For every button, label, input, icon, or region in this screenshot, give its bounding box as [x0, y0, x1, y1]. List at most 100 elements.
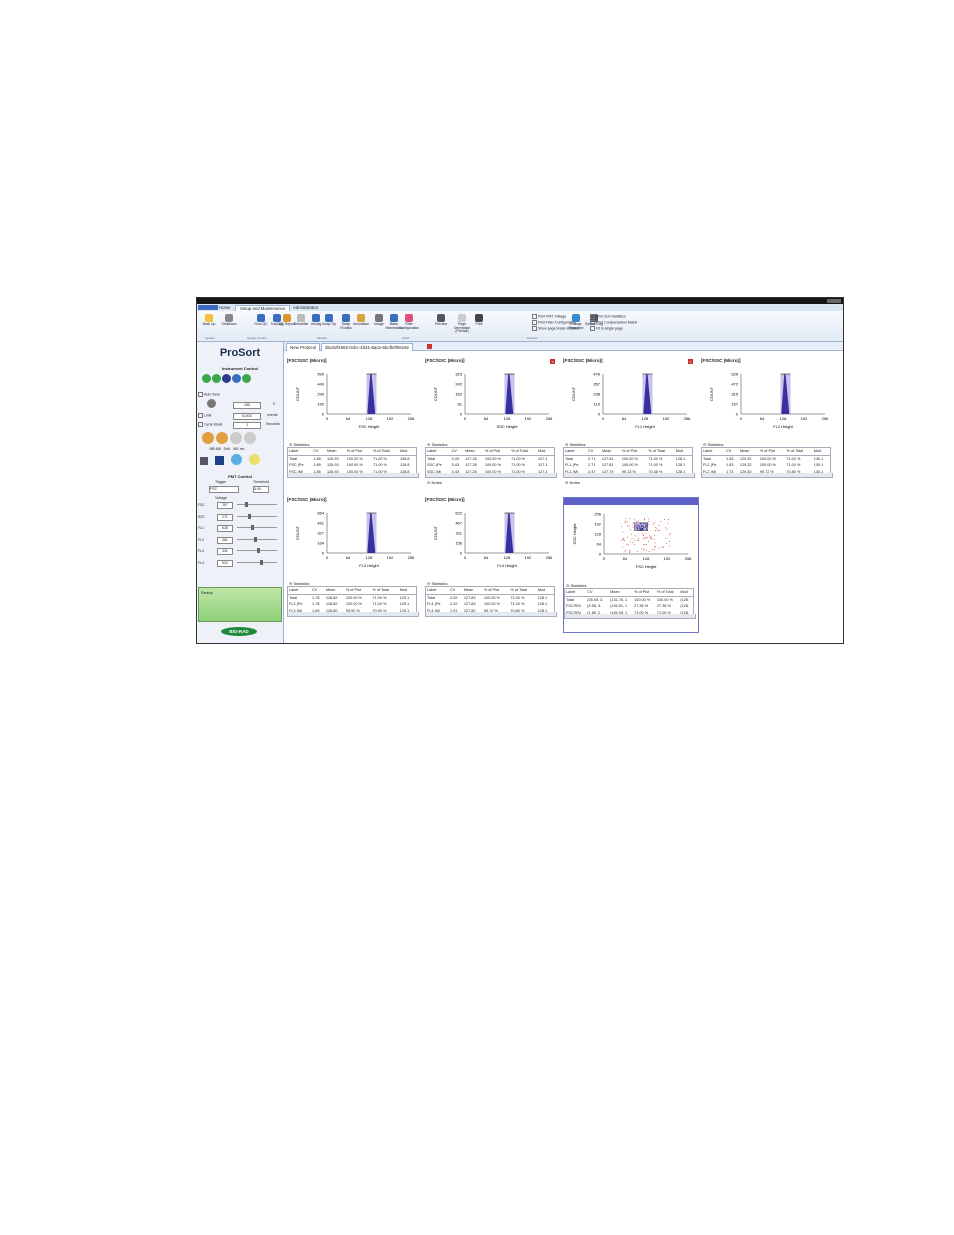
notes-header[interactable]: ⊖ Notes [427, 480, 442, 485]
column-header[interactable]: % of Total [510, 447, 538, 456]
sort-icon[interactable] [242, 374, 251, 383]
column-header[interactable]: Mean [609, 588, 634, 597]
table-row[interactable]: Total 3.43 127.26 100.00 % 71.00 % 127.1 [426, 455, 555, 462]
close-tab-icon[interactable] [427, 344, 432, 349]
temperature-icon[interactable] [244, 432, 256, 444]
column-header[interactable]: % of Total [647, 447, 675, 456]
column-header[interactable]: Label [287, 447, 313, 456]
column-header[interactable]: % of Plot [483, 447, 511, 456]
column-header[interactable]: Label [425, 586, 450, 595]
close-plot-icon[interactable]: × [688, 359, 693, 364]
ribbon-button[interactable]: Shutdown [219, 314, 239, 327]
voltage-slider[interactable] [237, 515, 277, 517]
voltage-input[interactable]: 481 [217, 536, 233, 544]
column-header[interactable]: % of Total [371, 447, 399, 456]
voltage-slider-thumb[interactable] [257, 548, 260, 553]
cycle-input[interactable]: 1 [233, 422, 261, 429]
voltage-slider-thumb[interactable] [260, 559, 263, 565]
column-header[interactable]: CV [312, 447, 326, 456]
table-scrollbar[interactable] [287, 473, 419, 478]
column-header[interactable]: % of Plot [482, 586, 510, 595]
plot-svg[interactable]: 323 242 162 81 00 64 128 192 256 SSC Height COUNT [425, 366, 559, 441]
laser-488-icon[interactable] [202, 432, 214, 444]
voltage-slider-thumb[interactable] [254, 536, 257, 542]
column-header[interactable]: Mean [325, 447, 346, 456]
column-header[interactable]: Mod [399, 447, 417, 456]
column-header[interactable]: Mod [537, 447, 555, 456]
nozzle-icon[interactable] [215, 456, 224, 465]
column-header[interactable]: Label [287, 586, 312, 595]
column-header[interactable]: % of Plot [758, 447, 786, 456]
auto-save-checkbox[interactable]: Auto Save [198, 392, 220, 397]
ribbon-checkbox[interactable]: Print Compensation Matrix [590, 320, 637, 325]
ribbon-button[interactable]: Annotation [351, 314, 371, 327]
voltage-input[interactable]: 431 [217, 548, 233, 555]
value-input[interactable]: 150 [233, 402, 261, 409]
column-header[interactable]: Mod [679, 588, 694, 597]
close-plot-icon[interactable]: × [550, 359, 555, 364]
column-header[interactable]: CV [449, 586, 463, 595]
column-header[interactable]: Mean [738, 447, 759, 456]
column-header[interactable]: % of Total [655, 588, 680, 597]
ribbon-checkbox[interactable]: Print Filter Configuration [532, 320, 576, 325]
plot-panel[interactable]: [FSC/SSC (Micro)] 622 467 311 156 0 0 64 128 192 2… [425, 497, 559, 621]
column-header[interactable]: % of Plot [344, 586, 372, 595]
column-header[interactable]: Label [564, 588, 587, 597]
play-icon[interactable] [202, 374, 211, 383]
plot-svg[interactable]: 590 449 299 150 00 64 128 192 256 FSC Height COUNT [287, 366, 421, 441]
plot-panel[interactable]: [FSC/SSC (Micro)] × 323 242 162 81 0 0 64 128 192 2… [425, 358, 559, 488]
table-row[interactable]: Total 1.83 129.32 100.00 % 71.00 % 130.1 [702, 455, 831, 462]
laser-561-icon[interactable] [230, 432, 242, 444]
voltage-input[interactable]: 628 [217, 525, 233, 532]
tab-new-protocol[interactable]: New Protocol [286, 343, 321, 351]
column-header[interactable]: % of Plot [345, 447, 372, 456]
voltage-slider-thumb[interactable] [245, 502, 248, 507]
step-icon[interactable] [212, 374, 221, 383]
column-header[interactable]: % of Total [371, 586, 399, 595]
voltage-input[interactable]: 297 [217, 502, 233, 509]
plot-svg[interactable]: 256 192 128 64 00 64 128 192 256 FSC Height SSC He… [564, 506, 698, 581]
table-row[interactable]: Total (35.53, 3. (131.76, 1 100.00 % 100.00 … [565, 596, 694, 603]
column-header[interactable]: Mean [600, 447, 621, 456]
column-header[interactable]: Label [701, 447, 726, 456]
column-header[interactable]: Mod [398, 586, 417, 595]
ribbon-checkbox[interactable]: Show page break indicator [532, 326, 579, 331]
table-row[interactable]: Total 2.71 127.81 100.00 % 71.00 % 128.1 [564, 455, 693, 462]
ribbon-button[interactable]: Print [469, 314, 489, 327]
column-header[interactable]: Mod [674, 447, 693, 456]
column-header[interactable]: Mod [812, 447, 831, 456]
voltage-slider[interactable] [237, 561, 277, 563]
table-scrollbar[interactable] [563, 473, 695, 478]
ribbon-checkbox[interactable]: Print PMT Voltage [532, 314, 566, 319]
voltage-slider[interactable] [237, 527, 277, 528]
plot-svg[interactable]: 476 357 238 119 00 64 128 192 256 FL1 Height COUNT [563, 366, 697, 441]
column-header[interactable]: Label [563, 447, 588, 456]
drift-icon[interactable] [216, 432, 228, 444]
trigger-select[interactable]: FSC [209, 486, 239, 493]
ribbon-button[interactable]: Preview [431, 314, 451, 327]
ribbon-button[interactable]: Back Up [199, 314, 219, 327]
column-header[interactable]: % of Plot [620, 447, 648, 456]
plot-panel[interactable]: [FSC/SSC (Micro)] 629 472 315 157 0 0 64 128 192 2… [701, 358, 835, 482]
bulb-icon[interactable] [249, 454, 260, 465]
events-input[interactable]: 5,000 [233, 413, 261, 420]
column-header[interactable]: CV [587, 447, 601, 456]
table-scrollbar[interactable] [425, 473, 557, 478]
table-row[interactable]: Total 1.78 128.82 100.00 % 71.00 % 129.1 [288, 594, 417, 601]
tab-protocol-file[interactable]: 3bc62f4982-0cbc-4b31-8acb-6bcfb0f6518e [321, 343, 413, 351]
window-controls[interactable] [827, 299, 841, 303]
table-scrollbar[interactable] [701, 473, 833, 478]
column-header[interactable]: Mean [462, 586, 483, 595]
limit-checkbox[interactable]: Limit [198, 413, 211, 418]
column-header[interactable]: Mean [464, 447, 484, 456]
plot-svg[interactable]: 622 467 311 156 00 64 128 192 256 FL4 Height COUNT [425, 505, 559, 580]
plot-svg[interactable]: 654 491 327 164 00 64 128 192 256 FL3 Height COUNT [287, 505, 421, 580]
printer-icon[interactable] [200, 457, 208, 465]
table-scrollbar[interactable] [425, 612, 557, 617]
voltage-slider[interactable] [237, 538, 277, 540]
column-header[interactable]: Label [425, 447, 451, 456]
plot-svg[interactable]: 629 472 315 157 00 64 128 192 256 FL2 Height COUNT [701, 366, 835, 441]
column-header[interactable]: % of Total [785, 447, 813, 456]
table-row[interactable]: Total 2.02 127.83 100.00 % 71.00 % 128.1 [426, 594, 555, 601]
table-scrollbar[interactable] [287, 612, 419, 617]
